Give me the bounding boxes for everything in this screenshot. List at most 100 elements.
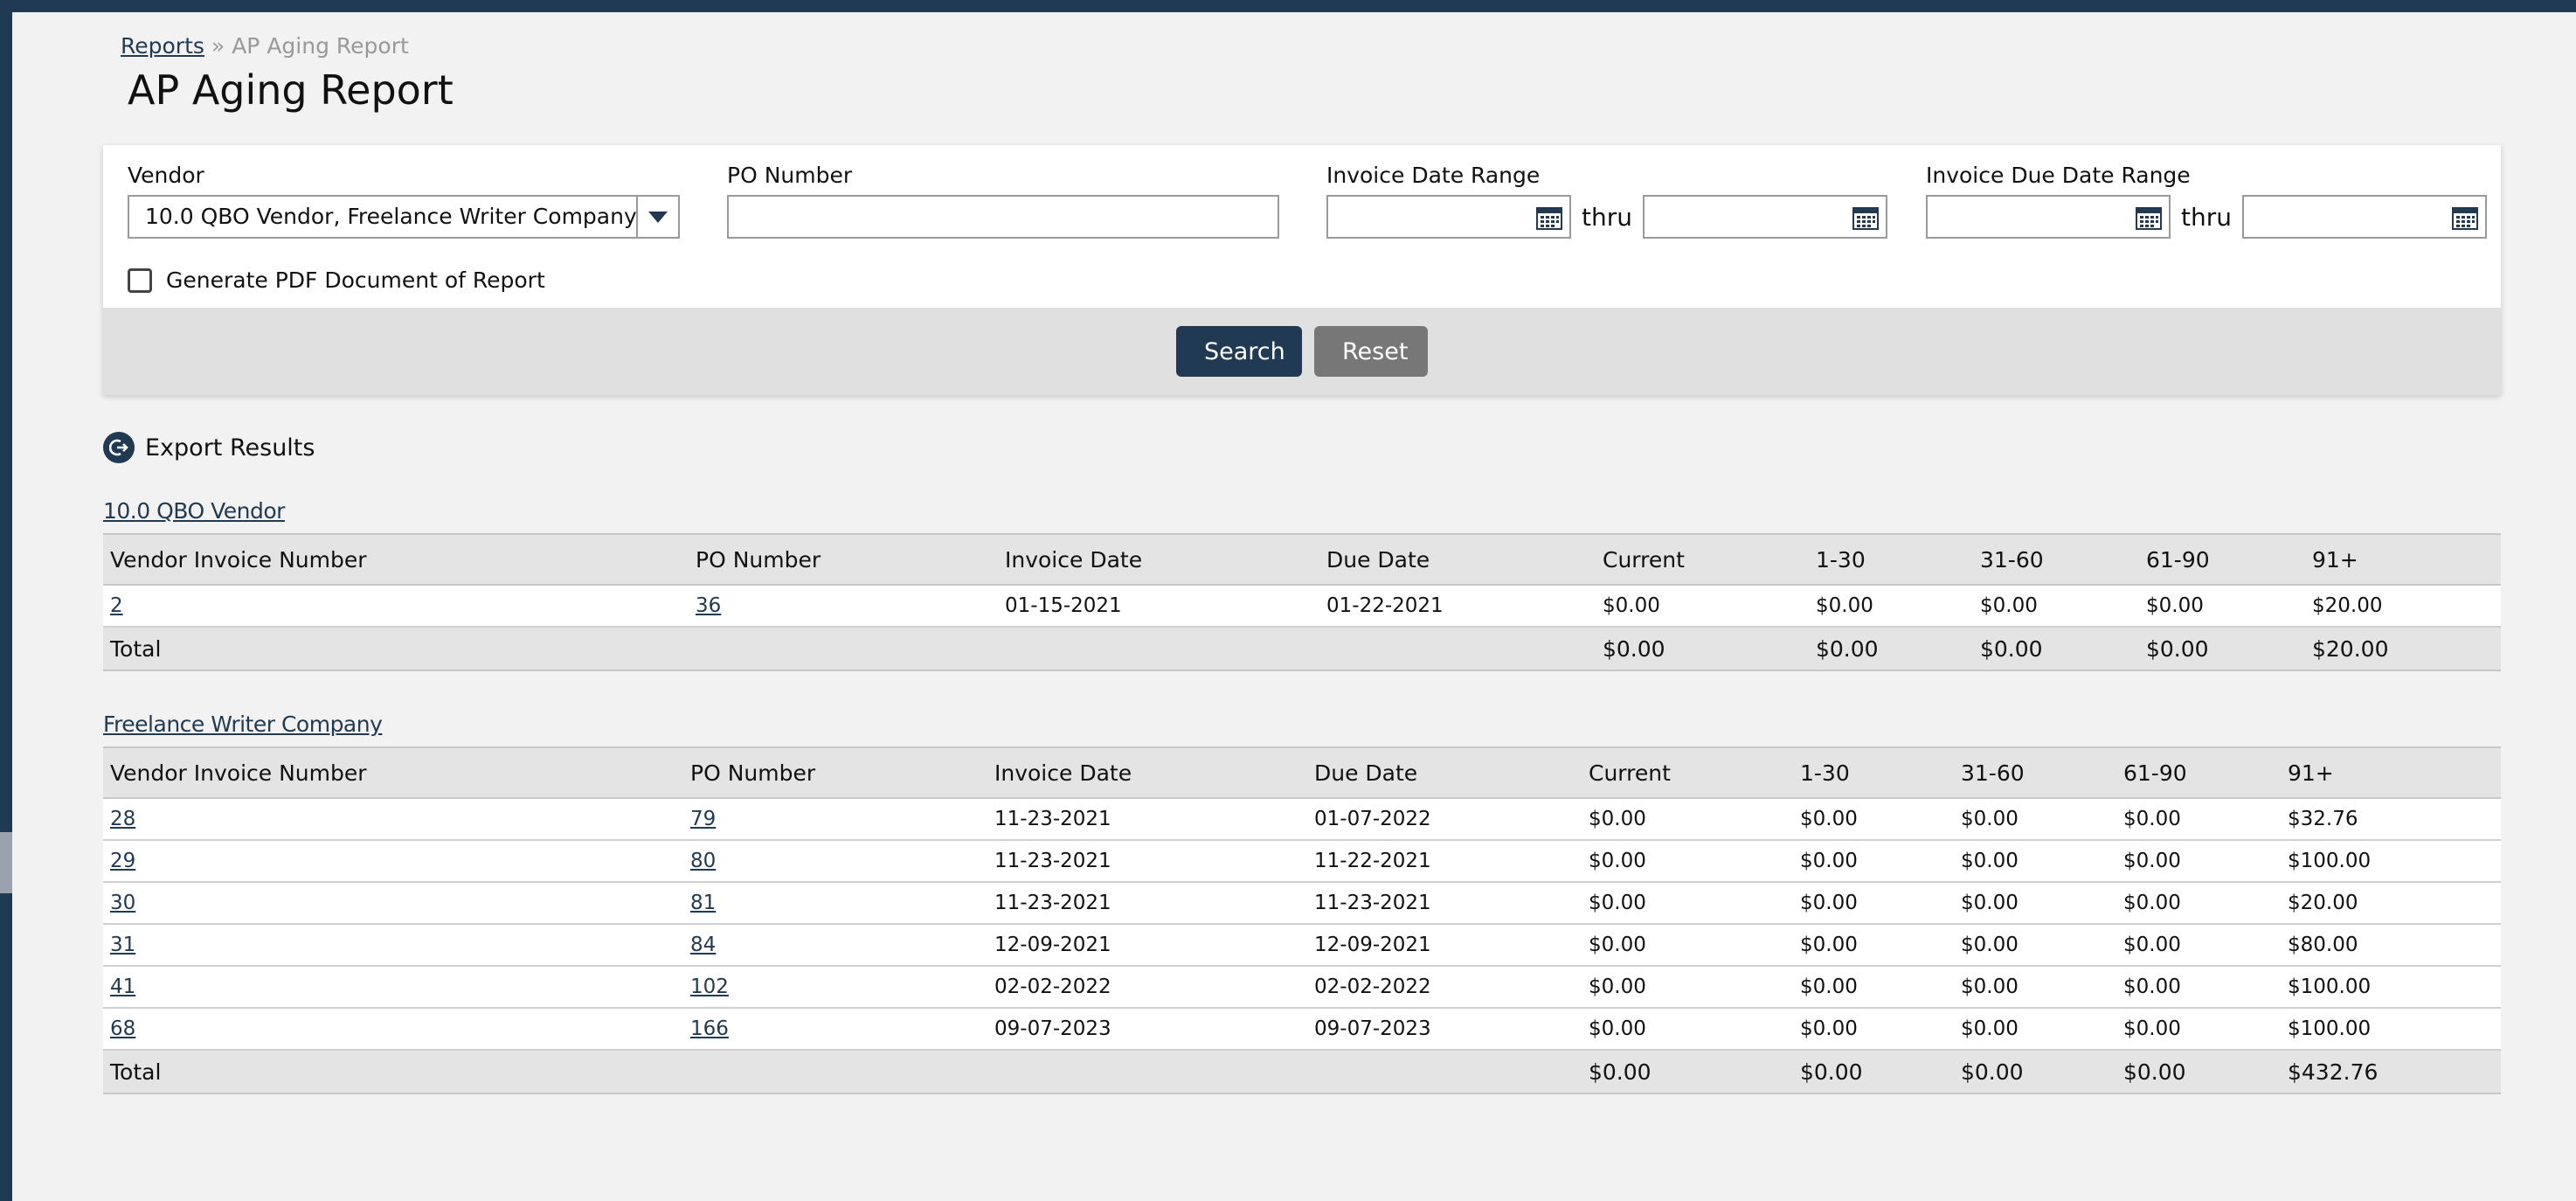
po-number-link[interactable]: 81	[690, 892, 716, 914]
vendor-invoice-link[interactable]: 29	[110, 850, 135, 872]
invoice-date-cell: 01-15-2021	[998, 585, 1319, 628]
current-cell: $0.00	[1582, 924, 1793, 967]
invoice-date-range-field: Invoice Date Range thru	[1326, 163, 1887, 239]
days-61-90-cell: $0.00	[2116, 840, 2281, 883]
po-number-input[interactable]	[727, 195, 1279, 239]
total-row: Total $0.00 $0.00 $0.00 $0.00 $20.00	[103, 627, 2501, 671]
search-button[interactable]: Search	[1176, 326, 1302, 377]
calendar-icon[interactable]	[1536, 205, 1562, 230]
current-cell: $0.00	[1596, 585, 1809, 628]
days-31-60-cell: $0.00	[1954, 1008, 2116, 1051]
total-row: Total $0.00 $0.00 $0.00 $0.00 $432.76	[103, 1050, 2501, 1094]
vendor-invoice-link[interactable]: 30	[110, 892, 135, 914]
po-number-link[interactable]: 79	[690, 808, 716, 830]
chevron-down-icon[interactable]	[636, 197, 678, 237]
po-number-label: PO Number	[727, 163, 853, 188]
column-header: Vendor Invoice Number	[103, 533, 689, 586]
total-label: Total	[103, 1050, 683, 1094]
invoice-date-from-input[interactable]	[1326, 195, 1571, 239]
po-number-link[interactable]: 36	[696, 594, 721, 617]
due-date-cell: 02-02-2022	[1307, 966, 1582, 1009]
due-date-to-input[interactable]	[2241, 195, 2487, 239]
column-header: Current	[1582, 746, 1793, 799]
total-91-plus: $432.76	[2281, 1050, 2501, 1094]
table-row: 31 84 12-09-2021 12-09-2021 $0.00 $0.00 …	[103, 924, 2501, 967]
po-number-field: PO Number	[727, 163, 1279, 239]
days-91-plus-cell: $20.00	[2281, 882, 2501, 925]
vendor-select[interactable]: 10.0 QBO Vendor, Freelance Writer Compan…	[128, 195, 680, 239]
table-row: 30 81 11-23-2021 11-23-2021 $0.00 $0.00 …	[103, 882, 2501, 925]
filter-actions: Search Reset	[103, 308, 2501, 395]
sidebar-collapse-tab[interactable]	[0, 832, 12, 893]
days-91-plus-cell: $20.00	[2305, 585, 2501, 628]
vendor-field: Vendor 10.0 QBO Vendor, Freelance Writer…	[128, 163, 680, 239]
invoice-due-date-range-field: Invoice Due Date Range thru	[1926, 163, 2487, 239]
days-91-plus-cell: $100.00	[2281, 840, 2501, 883]
current-cell: $0.00	[1582, 966, 1793, 1009]
filter-panel: Vendor 10.0 QBO Vendor, Freelance Writer…	[103, 145, 2501, 395]
generate-pdf-label[interactable]: Generate PDF Document of Report	[166, 267, 545, 293]
days-31-60-cell: $0.00	[1954, 966, 2116, 1009]
invoice-due-date-range-label: Invoice Due Date Range	[1926, 163, 2191, 188]
vendor-invoice-link[interactable]: 31	[110, 934, 135, 956]
invoice-date-cell: 09-07-2023	[987, 1008, 1307, 1051]
vendor-select-value: 10.0 QBO Vendor, Freelance Writer Compan…	[145, 204, 636, 229]
export-icon[interactable]	[103, 432, 135, 463]
days-31-60-cell: $0.00	[1954, 840, 2116, 883]
export-results[interactable]: Export Results	[103, 432, 315, 463]
days-31-60-cell: $0.00	[1973, 585, 2139, 628]
generate-pdf-checkbox[interactable]	[128, 267, 152, 293]
reset-button[interactable]: Reset	[1314, 326, 1428, 377]
days-91-plus-cell: $32.76	[2281, 798, 2501, 841]
aging-table: Vendor Invoice Number PO Number Invoice …	[103, 746, 2501, 1094]
days-61-90-cell: $0.00	[2116, 924, 2281, 967]
days-91-plus-cell: $100.00	[2281, 1008, 2501, 1051]
invoice-date-thru-label: thru	[1582, 202, 1632, 232]
po-number-link[interactable]: 166	[690, 1017, 729, 1040]
days-31-60-cell: $0.00	[1954, 798, 2116, 841]
days-1-30-cell: $0.00	[1793, 840, 1954, 883]
po-number-link[interactable]: 80	[690, 850, 716, 872]
column-header: 31-60	[1973, 533, 2139, 586]
due-date-thru-label: thru	[2181, 202, 2232, 232]
calendar-icon[interactable]	[1852, 205, 1879, 230]
column-header: PO Number	[683, 746, 987, 799]
calendar-icon[interactable]	[2136, 205, 2162, 230]
total-1-30: $0.00	[1809, 627, 1973, 671]
column-header: Vendor Invoice Number	[103, 746, 683, 799]
table-row: 29 80 11-23-2021 11-22-2021 $0.00 $0.00 …	[103, 840, 2501, 883]
table-row: 41 102 02-02-2022 02-02-2022 $0.00 $0.00…	[103, 966, 2501, 1009]
column-header: 31-60	[1954, 746, 2116, 799]
column-header: Invoice Date	[998, 533, 1319, 586]
days-61-90-cell: $0.00	[2116, 798, 2281, 841]
pdf-option: Generate PDF Document of Report	[128, 267, 545, 293]
vendor-invoice-link[interactable]: 28	[110, 808, 135, 830]
po-number-link[interactable]: 84	[690, 934, 716, 956]
vendor-section-qbo: 10.0 QBO Vendor Vendor Invoice Number PO…	[103, 498, 2501, 671]
column-header: 61-90	[2116, 746, 2281, 799]
due-date-cell: 01-22-2021	[1319, 585, 1596, 628]
total-61-90: $0.00	[2139, 627, 2305, 671]
invoice-date-cell: 11-23-2021	[987, 840, 1307, 883]
vendor-name-link[interactable]: 10.0 QBO Vendor	[103, 498, 2501, 533]
vendor-label: Vendor	[128, 163, 204, 188]
column-header: 1-30	[1809, 533, 1973, 586]
column-header: Due Date	[1307, 746, 1582, 799]
aging-table: Vendor Invoice Number PO Number Invoice …	[103, 533, 2501, 671]
invoice-date-cell: 12-09-2021	[987, 924, 1307, 967]
days-1-30-cell: $0.00	[1793, 924, 1954, 967]
days-1-30-cell: $0.00	[1793, 798, 1954, 841]
invoice-date-to-input[interactable]	[1642, 195, 1887, 239]
current-cell: $0.00	[1582, 798, 1793, 841]
vendor-invoice-link[interactable]: 2	[110, 594, 123, 617]
breadcrumb-reports-link[interactable]: Reports	[121, 33, 204, 59]
export-results-label[interactable]: Export Results	[145, 434, 315, 462]
po-number-link[interactable]: 102	[690, 975, 729, 998]
due-date-from-input[interactable]	[1926, 195, 2171, 239]
due-date-cell: 12-09-2021	[1307, 924, 1582, 967]
calendar-icon[interactable]	[2451, 205, 2478, 230]
days-61-90-cell: $0.00	[2116, 1008, 2281, 1051]
vendor-invoice-link[interactable]: 41	[110, 975, 135, 998]
vendor-name-link[interactable]: Freelance Writer Company	[103, 712, 2501, 746]
vendor-invoice-link[interactable]: 68	[110, 1017, 135, 1040]
